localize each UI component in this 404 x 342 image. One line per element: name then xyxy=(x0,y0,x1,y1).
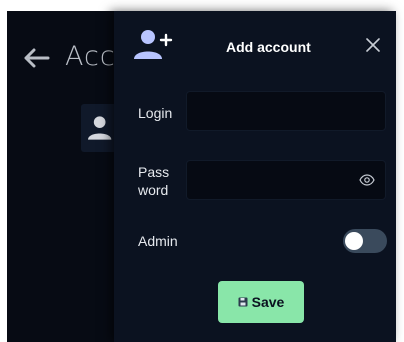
user-icon xyxy=(88,116,112,140)
save-button-label: Save xyxy=(251,294,285,310)
login-input[interactable] xyxy=(187,92,385,130)
password-label-line2: word xyxy=(138,182,169,198)
add-user-icon xyxy=(134,30,173,59)
password-input[interactable] xyxy=(187,161,385,199)
back-arrow-icon[interactable] xyxy=(22,48,50,68)
save-button[interactable]: Save xyxy=(218,281,304,323)
password-label: Pass word xyxy=(138,163,169,199)
admin-label: Admin xyxy=(138,233,178,249)
add-account-dialog: Add account Login Pass word Admin Save xyxy=(114,11,396,342)
close-icon[interactable] xyxy=(366,38,380,52)
admin-toggle[interactable] xyxy=(343,229,387,253)
password-field[interactable] xyxy=(186,160,386,200)
dialog-title: Add account xyxy=(226,39,311,55)
save-icon xyxy=(238,297,248,307)
toggle-knob xyxy=(345,232,363,250)
password-label-line1: Pass xyxy=(138,164,170,180)
login-label: Login xyxy=(138,105,173,121)
page-title: Acc xyxy=(65,41,116,72)
login-field[interactable] xyxy=(186,91,386,131)
eye-icon[interactable] xyxy=(359,174,375,186)
